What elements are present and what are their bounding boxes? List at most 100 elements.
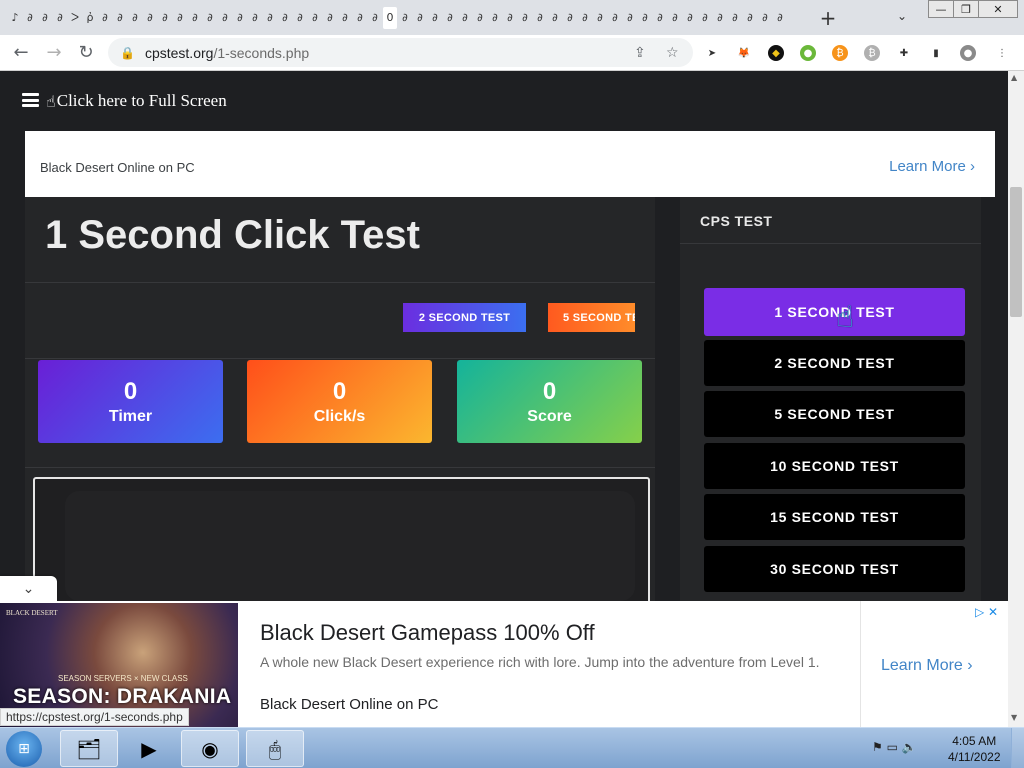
ad-choices-icon[interactable]: ▷ ✕ [975,605,998,619]
taskbar-explorer[interactable]: 🗂 [60,730,118,767]
browser-tab[interactable]: ∂ [203,9,217,27]
scroll-down-arrow-icon[interactable]: ▼ [1011,713,1017,722]
share-icon[interactable]: ⇪ [634,45,646,61]
browser-tab[interactable]: ∂ [293,9,307,27]
page-scrollbar[interactable]: ▲ ▼ [1008,71,1024,727]
browser-tab[interactable]: ∂ [668,9,682,27]
bookmark-star-icon[interactable]: ☆ [666,45,679,61]
sidebar-item-1-second[interactable]: 1 SECOND TEST [704,288,965,336]
ad-headline[interactable]: Black Desert Gamepass 100% Off [260,620,595,646]
browser-tab[interactable]: ∂ [413,9,427,27]
browser-tab[interactable]: ᐳ [68,9,82,27]
browser-tab[interactable]: ∂ [188,9,202,27]
browser-tab[interactable]: ∂ [323,9,337,27]
browser-tab[interactable]: ♪ [8,9,22,27]
browser-tab[interactable]: ∂ [653,9,667,27]
extension-icon[interactable]: ✚ [896,45,912,61]
browser-tab[interactable]: ∂ [38,9,52,27]
browser-tab[interactable]: ∂ [698,9,712,27]
browser-tab[interactable]: ∂ [218,9,232,27]
top-ad-banner[interactable]: Black Desert Online on PC Learn More › [25,131,995,197]
sidebar-item-2-second[interactable]: 2 SECOND TEST [704,340,965,386]
forward-button[interactable]: → [43,41,65,63]
browser-tab[interactable]: ∂ [443,9,457,27]
collapse-ad-button[interactable]: ⌄ [0,576,57,602]
browser-tab[interactable]: ∂ [518,9,532,27]
system-tray-icons[interactable]: ⚑ ▭ 🔈 [872,740,917,754]
browser-tab[interactable]: ∂ [173,9,187,27]
scrollbar-thumb[interactable] [1010,187,1022,317]
sidebar-item-10-second[interactable]: 10 SECOND TEST [704,443,965,489]
browser-tab[interactable]: ∂ [638,9,652,27]
menu-icon[interactable] [22,93,39,107]
address-bar[interactable]: 🔒 cpstest.org/1-seconds.php ⇪ ☆ [108,38,693,67]
browser-tab[interactable]: ῤ [83,9,97,27]
extension-icon[interactable]: ₿ [864,45,880,61]
close-window-button[interactable]: ✕ [978,0,1018,18]
browser-tab[interactable]: ∂ [98,9,112,27]
taskbar-mouse-app[interactable]: 🖱 [246,730,304,767]
browser-tab[interactable]: ∂ [353,9,367,27]
browser-tab[interactable]: ∂ [398,9,412,27]
back-button[interactable]: ← [10,41,32,63]
click-area[interactable] [33,477,650,607]
tab-search-button[interactable]: ⌄ [897,9,907,23]
browser-tab[interactable]: ∂ [158,9,172,27]
ad-learn-more-link[interactable]: Learn More › [889,158,975,175]
browser-tab[interactable]: ∂ [503,9,517,27]
browser-tab[interactable]: ∂ [563,9,577,27]
taskbar-clock[interactable]: 4:05 AM 4/11/2022 [948,733,1001,765]
browser-tab[interactable]: ∂ [278,9,292,27]
browser-tab[interactable]: ∂ [263,9,277,27]
browser-tab[interactable]: ∂ [758,9,772,27]
browser-tab[interactable]: ∂ [23,9,37,27]
extension-icon[interactable]: ₿ [832,45,848,61]
browser-tab[interactable]: ∂ [338,9,352,27]
sidebar-item-5-second[interactable]: 5 SECOND TEST [704,391,965,437]
click-area-inner[interactable] [65,491,635,601]
browser-tab[interactable]: ∂ [428,9,442,27]
sidebar-item-30-second[interactable]: 30 SECOND TEST [704,546,965,592]
extension-icon[interactable]: 🦊 [736,45,752,61]
browser-tab[interactable]: ∂ [473,9,487,27]
browser-tab[interactable]: ∂ [308,9,322,27]
five-second-test-button[interactable]: 5 SECOND TEST [548,303,635,332]
browser-tab[interactable]: ∂ [713,9,727,27]
browser-tab[interactable]: ∂ [743,9,757,27]
start-button[interactable]: ⊞ [6,731,42,767]
browser-tab[interactable]: ∂ [773,9,787,27]
scroll-up-arrow-icon[interactable]: ▲ [1011,73,1017,82]
sidebar-item-15-second[interactable]: 15 SECOND TEST [704,494,965,540]
show-desktop-button[interactable] [1011,728,1024,768]
browser-tab[interactable]: ∂ [578,9,592,27]
browser-tab[interactable]: ∂ [593,9,607,27]
two-second-test-button[interactable]: 2 SECOND TEST [403,303,526,332]
browser-tab[interactable]: ∂ [623,9,637,27]
extension-icon[interactable]: ➤ [704,45,720,61]
browser-tab[interactable]: ∂ [683,9,697,27]
browser-tab[interactable]: ∂ [608,9,622,27]
restore-button[interactable]: ❐ [953,0,979,18]
reload-button[interactable]: ↻ [75,41,97,63]
browser-tab[interactable]: ∂ [548,9,562,27]
browser-tab[interactable]: ∂ [53,9,67,27]
browser-tab[interactable]: ∂ [728,9,742,27]
browser-tab[interactable]: ∂ [113,9,127,27]
extension-icon[interactable]: ⋮ [994,45,1010,61]
browser-tab[interactable]: ∂ [488,9,502,27]
taskbar-chrome[interactable]: ◉ [181,730,239,767]
browser-tab[interactable]: ∂ [458,9,472,27]
browser-tab[interactable]: ∂ [533,9,547,27]
extension-icon[interactable]: ◆ [768,45,784,61]
fullscreen-link[interactable]: ☝ Click here to Full Screen [46,91,227,111]
browser-tab[interactable]: ∂ [233,9,247,27]
browser-tab[interactable]: ∂ [143,9,157,27]
browser-tab[interactable]: 0 [383,6,397,29]
minimize-button[interactable]: — [928,0,954,18]
browser-tab[interactable]: ∂ [248,9,262,27]
extension-icon[interactable]: ▮ [928,45,944,61]
extension-icon[interactable]: ● [800,45,816,61]
extension-icon[interactable]: ● [960,45,976,61]
taskbar-media-player[interactable]: ▶ [120,730,178,767]
ad-learn-more-button[interactable]: Learn More › [881,657,973,675]
